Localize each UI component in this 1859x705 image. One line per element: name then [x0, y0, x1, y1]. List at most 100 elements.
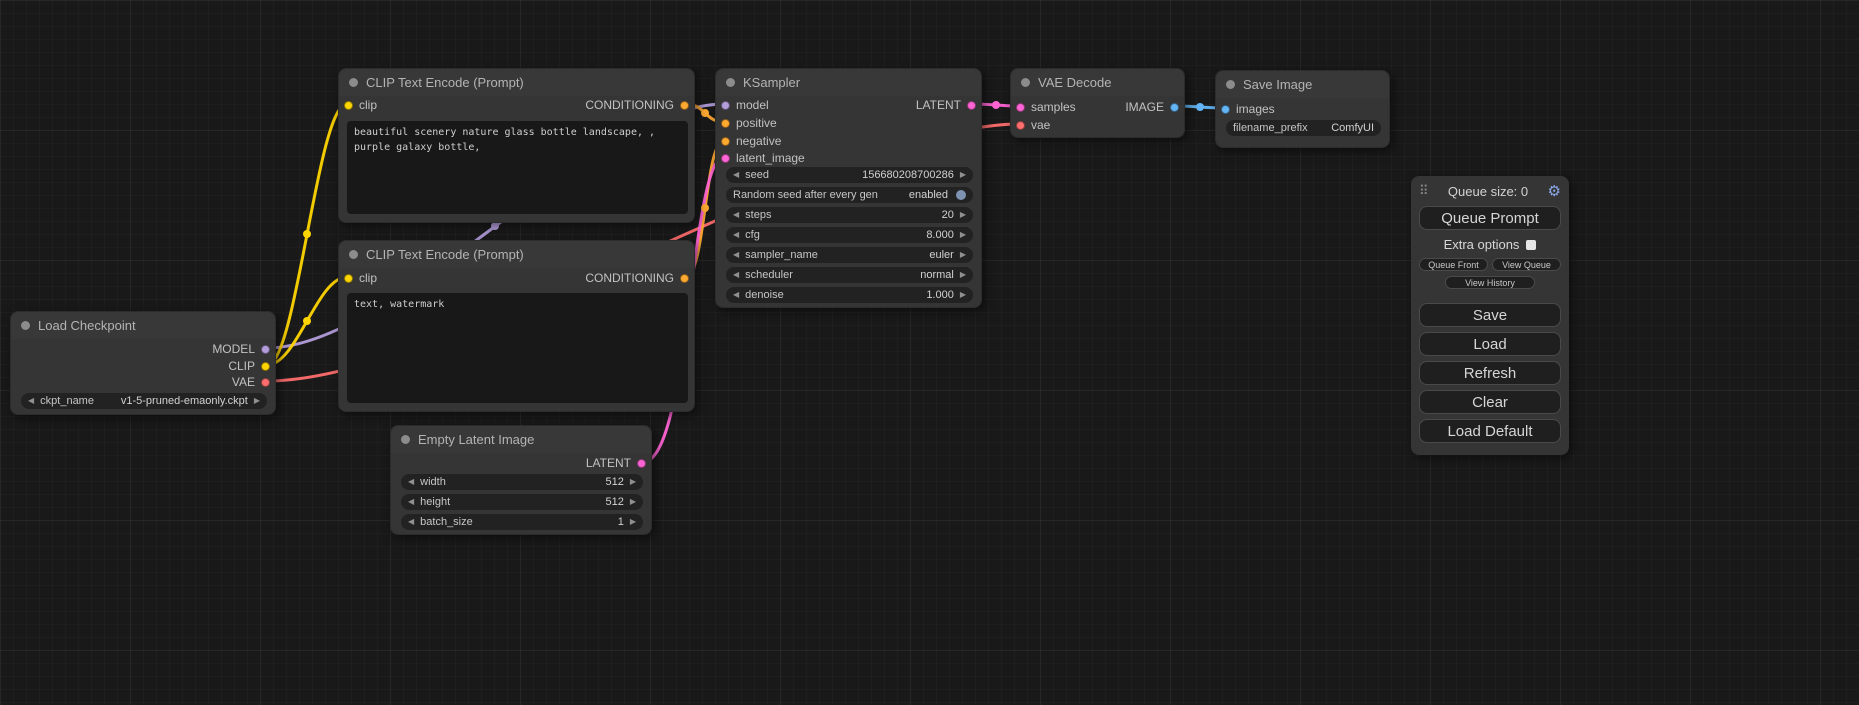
- load-button[interactable]: Load: [1419, 332, 1561, 356]
- decrement-arrow-icon[interactable]: ◀: [733, 251, 739, 259]
- decrement-arrow-icon[interactable]: ◀: [408, 498, 414, 506]
- input-port-vae[interactable]: vae: [1016, 118, 1050, 132]
- node-clip-text-encode-negative[interactable]: CLIP Text Encode (Prompt) clip CONDITION…: [338, 240, 695, 412]
- input-port-positive[interactable]: positive: [721, 116, 777, 130]
- output-port-latent[interactable]: LATENT: [916, 98, 976, 112]
- decrement-arrow-icon[interactable]: ◀: [733, 291, 739, 299]
- collapse-dot-icon[interactable]: [21, 321, 30, 330]
- output-port-latent[interactable]: LATENT: [586, 456, 646, 470]
- output-port-vae[interactable]: VAE: [232, 375, 270, 389]
- refresh-button[interactable]: Refresh: [1419, 361, 1561, 385]
- input-port-samples[interactable]: samples: [1016, 100, 1076, 114]
- widget-width[interactable]: ◀ width 512 ▶: [401, 474, 643, 490]
- node-titlebar[interactable]: CLIP Text Encode (Prompt): [339, 69, 694, 96]
- port-dot: [680, 274, 689, 283]
- decrement-arrow-icon[interactable]: ◀: [733, 211, 739, 219]
- output-port-clip[interactable]: CLIP: [228, 359, 270, 373]
- input-port-negative[interactable]: negative: [721, 134, 781, 148]
- input-port-latent-image[interactable]: latent_image: [721, 151, 805, 165]
- output-port-model[interactable]: MODEL: [212, 342, 270, 356]
- node-titlebar[interactable]: Save Image: [1216, 71, 1389, 98]
- collapse-dot-icon[interactable]: [726, 78, 735, 87]
- drag-handle-icon[interactable]: ⠿: [1419, 183, 1429, 199]
- collapse-dot-icon[interactable]: [349, 250, 358, 259]
- increment-arrow-icon[interactable]: ▶: [630, 478, 636, 486]
- port-dot: [721, 137, 730, 146]
- input-port-images[interactable]: images: [1221, 102, 1275, 116]
- prompt-textarea[interactable]: beautiful scenery nature glass bottle la…: [347, 121, 688, 214]
- link-midpoint-dot: [701, 109, 709, 117]
- collapse-dot-icon[interactable]: [401, 435, 410, 444]
- prompt-textarea[interactable]: text, watermark: [347, 293, 688, 403]
- settings-gear-icon[interactable]: ⚙: [1548, 184, 1561, 199]
- increment-arrow-icon[interactable]: ▶: [960, 271, 966, 279]
- node-title: VAE Decode: [1038, 75, 1111, 90]
- clear-button[interactable]: Clear: [1419, 390, 1561, 414]
- node-ksampler[interactable]: KSampler model positive negative latent_…: [715, 68, 982, 308]
- decrement-arrow-icon[interactable]: ◀: [733, 271, 739, 279]
- increment-arrow-icon[interactable]: ▶: [960, 211, 966, 219]
- decrement-arrow-icon[interactable]: ◀: [28, 397, 34, 405]
- widget-label: width: [420, 476, 446, 488]
- node-empty-latent-image[interactable]: Empty Latent Image LATENT ◀ width 512 ▶ …: [390, 425, 652, 535]
- widget-sampler-name[interactable]: ◀ sampler_name euler ▶: [726, 247, 973, 263]
- node-titlebar[interactable]: KSampler: [716, 69, 981, 96]
- output-port-image[interactable]: IMAGE: [1125, 100, 1179, 114]
- increment-arrow-icon[interactable]: ▶: [630, 498, 636, 506]
- collapse-dot-icon[interactable]: [349, 78, 358, 87]
- widget-random-seed-toggle[interactable]: Random seed after every gen enabled: [726, 187, 973, 203]
- widget-steps[interactable]: ◀ steps 20 ▶: [726, 207, 973, 223]
- node-title: KSampler: [743, 75, 800, 90]
- node-save-image[interactable]: Save Image images filename_prefix ComfyU…: [1215, 70, 1390, 148]
- graph-canvas[interactable]: Load Checkpoint MODEL CLIP VAE ◀ ckpt_na…: [0, 0, 1859, 705]
- input-port-clip[interactable]: clip: [344, 98, 377, 112]
- decrement-arrow-icon[interactable]: ◀: [733, 171, 739, 179]
- increment-arrow-icon[interactable]: ▶: [960, 291, 966, 299]
- extra-options-checkbox[interactable]: [1526, 240, 1536, 250]
- port-dot: [1170, 103, 1179, 112]
- widget-height[interactable]: ◀ height 512 ▶: [401, 494, 643, 510]
- output-port-conditioning[interactable]: CONDITIONING: [585, 271, 689, 285]
- widget-seed[interactable]: ◀ seed 156680208700286 ▶: [726, 167, 973, 183]
- increment-arrow-icon[interactable]: ▶: [630, 518, 636, 526]
- port-dot: [261, 378, 270, 387]
- increment-arrow-icon[interactable]: ▶: [960, 251, 966, 259]
- widget-denoise[interactable]: ◀ denoise 1.000 ▶: [726, 287, 973, 303]
- node-vae-decode[interactable]: VAE Decode samples vae IMAGE: [1010, 68, 1185, 138]
- increment-arrow-icon[interactable]: ▶: [960, 171, 966, 179]
- queue-front-button[interactable]: Queue Front: [1419, 258, 1488, 271]
- port-label: LATENT: [586, 456, 631, 470]
- queue-prompt-button[interactable]: Queue Prompt: [1419, 206, 1561, 230]
- decrement-arrow-icon[interactable]: ◀: [408, 478, 414, 486]
- node-titlebar[interactable]: VAE Decode: [1011, 69, 1184, 96]
- node-load-checkpoint[interactable]: Load Checkpoint MODEL CLIP VAE ◀ ckpt_na…: [10, 311, 276, 415]
- widget-label: Random seed after every gen: [733, 189, 878, 201]
- collapse-dot-icon[interactable]: [1226, 80, 1235, 89]
- save-button[interactable]: Save: [1419, 303, 1561, 327]
- widget-ckpt-name[interactable]: ◀ ckpt_name v1-5-pruned-emaonly.ckpt ▶: [21, 393, 267, 409]
- widget-value: 512: [605, 476, 623, 488]
- toggle-knob[interactable]: [956, 190, 966, 200]
- port-label: VAE: [232, 375, 255, 389]
- decrement-arrow-icon[interactable]: ◀: [733, 231, 739, 239]
- widget-batch-size[interactable]: ◀ batch_size 1 ▶: [401, 514, 643, 530]
- collapse-dot-icon[interactable]: [1021, 78, 1030, 87]
- input-port-clip[interactable]: clip: [344, 271, 377, 285]
- widget-filename-prefix[interactable]: filename_prefix ComfyUI: [1226, 120, 1381, 136]
- view-history-button[interactable]: View History: [1445, 276, 1536, 289]
- increment-arrow-icon[interactable]: ▶: [254, 397, 260, 405]
- node-titlebar[interactable]: CLIP Text Encode (Prompt): [339, 241, 694, 268]
- load-default-button[interactable]: Load Default: [1419, 419, 1561, 443]
- node-titlebar[interactable]: Empty Latent Image: [391, 426, 651, 453]
- output-port-conditioning[interactable]: CONDITIONING: [585, 98, 689, 112]
- widget-scheduler[interactable]: ◀ scheduler normal ▶: [726, 267, 973, 283]
- decrement-arrow-icon[interactable]: ◀: [408, 518, 414, 526]
- view-queue-button[interactable]: View Queue: [1492, 258, 1561, 271]
- widget-cfg[interactable]: ◀ cfg 8.000 ▶: [726, 227, 973, 243]
- input-port-model[interactable]: model: [721, 98, 769, 112]
- node-clip-text-encode-positive[interactable]: CLIP Text Encode (Prompt) clip CONDITION…: [338, 68, 695, 223]
- node-titlebar[interactable]: Load Checkpoint: [11, 312, 275, 339]
- widget-value: ComfyUI: [1331, 122, 1374, 134]
- port-dot: [637, 459, 646, 468]
- increment-arrow-icon[interactable]: ▶: [960, 231, 966, 239]
